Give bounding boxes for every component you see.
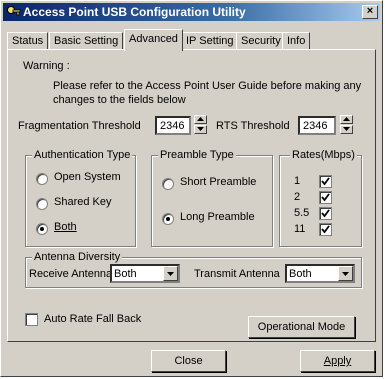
rates-title: Rates(Mbps) <box>290 149 357 161</box>
radio-long-preamble[interactable] <box>162 213 174 225</box>
radio-shared-key-label: Shared Key <box>54 196 112 208</box>
radio-both-label: Both <box>54 221 77 233</box>
rates-group: Rates(Mbps) 1 2 5.5 11 <box>279 149 362 247</box>
warning-line-2: changes to the fields below <box>53 94 186 106</box>
arrow-up-icon <box>197 117 204 121</box>
tab-label: Advanced <box>129 33 178 45</box>
fragmentation-up-button[interactable] <box>194 115 207 124</box>
radio-short-preamble-label: Short Preamble <box>180 176 257 188</box>
transmit-antenna-value: Both <box>289 268 312 280</box>
chevron-down-icon <box>167 272 174 276</box>
tab-info[interactable]: Info <box>282 32 311 49</box>
warning-line-1: Please refer to the Access Point User Gu… <box>53 80 362 92</box>
rts-up-button[interactable] <box>340 115 353 124</box>
tab-security[interactable]: Security <box>236 32 286 49</box>
receive-antenna-select[interactable]: Both <box>110 264 180 283</box>
transmit-antenna-select[interactable]: Both <box>285 264 355 283</box>
auto-rate-fall-back-checkbox[interactable] <box>25 313 38 326</box>
tab-label: IP Setting <box>186 35 234 47</box>
warning-heading: Warning : <box>23 60 70 72</box>
fragmentation-threshold-label: Fragmentation Threshold <box>18 120 141 132</box>
checkmark-icon <box>321 225 330 234</box>
arrow-up-icon <box>343 117 350 121</box>
fragmentation-threshold-input[interactable]: 2346 <box>155 116 191 135</box>
fragmentation-down-button[interactable] <box>194 125 207 134</box>
tab-label: Security <box>241 35 281 47</box>
tab-label: Status <box>12 35 44 47</box>
chevron-down-icon <box>342 272 349 276</box>
tab-status[interactable]: Status <box>7 32 49 49</box>
authentication-type-title: Authentication Type <box>32 149 133 161</box>
title-bar[interactable]: Access Point USB Configuration Utility × <box>3 3 380 21</box>
close-button[interactable]: Close <box>151 350 226 372</box>
arrow-down-icon <box>197 127 204 131</box>
operational-mode-button[interactable]: Operational Mode <box>248 316 355 338</box>
main-window: Access Point USB Configuration Utility ×… <box>0 0 383 377</box>
rate-label: 11 <box>294 223 306 235</box>
dropdown-button[interactable] <box>338 266 353 281</box>
radio-both[interactable] <box>36 223 48 235</box>
transmit-antenna-label: Transmit Antenna <box>194 268 280 280</box>
radio-short-preamble[interactable] <box>162 178 174 190</box>
radio-selected-dot <box>166 217 170 221</box>
tab-label: Info <box>287 35 306 47</box>
receive-antenna-value: Both <box>114 268 137 280</box>
arrow-down-icon <box>343 127 350 131</box>
close-icon: × <box>366 5 374 17</box>
rts-threshold-value: 2346 <box>303 120 328 132</box>
rate-5-5-checkbox[interactable] <box>319 207 332 220</box>
rate-1-checkbox[interactable] <box>319 175 332 188</box>
close-button-label: Close <box>174 355 203 367</box>
checkmark-icon <box>321 209 330 218</box>
tab-advanced[interactable]: Advanced <box>124 29 183 51</box>
rate-11-checkbox[interactable] <box>319 223 332 236</box>
operational-mode-label: Operational Mode <box>257 321 346 333</box>
tab-ip-setting[interactable]: IP Setting <box>181 32 239 49</box>
rts-threshold-label: RTS Threshold <box>216 120 290 132</box>
fragmentation-threshold-value: 2346 <box>160 120 185 132</box>
auto-rate-fall-back-label: Auto Rate Fall Back <box>44 313 142 325</box>
radio-selected-dot <box>40 227 44 231</box>
preamble-type-group: Preamble Type Short Preamble Long Preamb… <box>151 149 273 247</box>
dropdown-button[interactable] <box>163 266 178 281</box>
advanced-panel: Warning : Please refer to the Access Poi… <box>7 49 376 342</box>
rts-down-button[interactable] <box>340 125 353 134</box>
window-title: Access Point USB Configuration Utility <box>23 5 246 19</box>
window-close-button[interactable]: × <box>362 5 378 19</box>
tab-basic-setting[interactable]: Basic Setting <box>49 32 124 49</box>
preamble-type-title: Preamble Type <box>158 149 236 161</box>
receive-antenna-label: Receive Antenna <box>29 268 113 280</box>
rate-label: 5.5 <box>294 207 310 219</box>
rate-2-checkbox[interactable] <box>319 191 332 204</box>
antenna-diversity-title: Antenna Diversity <box>32 251 123 263</box>
checkmark-icon <box>321 177 330 186</box>
rts-threshold-input[interactable]: 2346 <box>298 116 336 135</box>
rate-label: 1 <box>294 175 301 187</box>
apply-button[interactable]: Apply <box>300 350 375 372</box>
checkmark-icon <box>321 193 330 202</box>
rate-label: 2 <box>294 191 301 203</box>
radio-open-system[interactable] <box>36 173 48 185</box>
radio-open-system-label: Open System <box>54 171 121 183</box>
authentication-type-group: Authentication Type Open System Shared K… <box>25 149 136 247</box>
radio-shared-key[interactable] <box>36 198 48 210</box>
radio-long-preamble-label: Long Preamble <box>180 211 255 223</box>
key-icon <box>6 4 22 20</box>
antenna-diversity-group: Antenna Diversity Receive Antenna Both T… <box>25 251 362 288</box>
apply-button-label: Apply <box>323 355 352 367</box>
tab-label: Basic Setting <box>54 35 119 47</box>
